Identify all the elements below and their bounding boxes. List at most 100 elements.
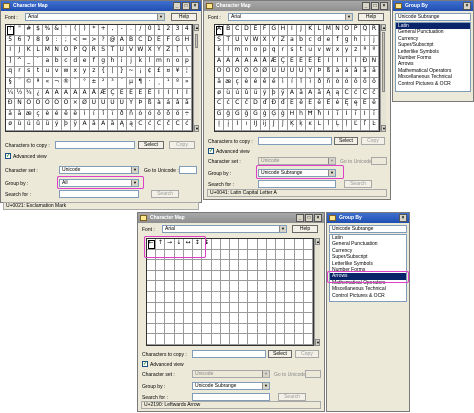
character-cell[interactable]: 4 — [182, 25, 192, 36]
character-cell[interactable]: Ú — [278, 67, 288, 78]
character-cell[interactable]: Î — [342, 56, 352, 68]
character-cell[interactable]: ã — [360, 67, 370, 78]
character-cell[interactable] — [239, 323, 249, 335]
character-cell[interactable] — [147, 249, 157, 261]
copy-button[interactable]: Copy — [295, 350, 319, 358]
character-cell[interactable]: Ą — [117, 120, 127, 131]
character-cell[interactable]: É — [126, 88, 137, 100]
character-cell[interactable] — [220, 292, 230, 303]
character-cell[interactable]: Ü — [117, 99, 127, 110]
character-cell[interactable] — [156, 292, 166, 303]
character-cell[interactable]: q — [6, 67, 16, 78]
scroll-down-arrow-icon[interactable]: ▼ — [381, 125, 386, 132]
character-cell[interactable] — [266, 302, 277, 314]
character-cell[interactable]: Â — [233, 56, 243, 68]
character-cell[interactable]: İ — [233, 120, 243, 131]
character-cell[interactable]: Æ — [269, 56, 279, 68]
character-cell[interactable]: Þ — [136, 99, 146, 110]
character-cell[interactable]: N — [52, 46, 62, 57]
title-bar[interactable]: Character Map _ □ × — [1, 1, 201, 11]
character-cell[interactable]: Ć — [342, 88, 352, 100]
search-input[interactable] — [59, 190, 139, 198]
character-cell[interactable] — [239, 292, 249, 303]
character-cell[interactable] — [303, 239, 313, 250]
character-cell[interactable]: + — [99, 25, 109, 36]
character-cell[interactable]: ú — [233, 88, 243, 100]
character-cell[interactable]: ē — [296, 99, 307, 110]
character-cell[interactable]: ^ — [15, 56, 25, 68]
character-cell[interactable]: / — [136, 25, 146, 36]
character-cell[interactable]: # — [24, 25, 34, 36]
character-cell[interactable]: ¨ — [15, 78, 25, 89]
chevron-down-icon[interactable]: ▼ — [328, 170, 335, 176]
character-cell[interactable] — [239, 334, 249, 345]
group-by-select[interactable]: Unicode Subrange ▼ — [258, 169, 336, 177]
character-cell[interactable]: j — [126, 56, 137, 68]
character-cell[interactable] — [147, 260, 157, 271]
character-cell[interactable]: Á — [52, 88, 62, 100]
character-cell[interactable] — [220, 249, 230, 261]
character-cell[interactable]: Ð — [360, 56, 370, 68]
font-select[interactable]: Arial ▼ — [25, 13, 165, 21]
character-cell[interactable] — [220, 239, 230, 250]
character-set-select[interactable]: Unicode ▼ — [258, 157, 336, 165]
character-cell[interactable]: E — [154, 35, 165, 47]
character-cell[interactable]: ô — [154, 109, 165, 121]
chevron-down-icon[interactable]: ▼ — [131, 167, 138, 173]
character-cell[interactable]: Ê — [136, 88, 146, 100]
character-cell[interactable]: ² — [99, 78, 109, 89]
character-cell[interactable] — [248, 313, 258, 324]
character-cell[interactable]: N — [333, 25, 343, 36]
character-cell[interactable]: & — [52, 25, 62, 36]
character-cell[interactable] — [239, 260, 249, 271]
character-cell[interactable]: F — [164, 35, 174, 47]
character-cell[interactable]: â — [173, 99, 183, 110]
character-cell[interactable]: < — [71, 35, 81, 47]
character-cell[interactable]: « — [43, 78, 53, 89]
chevron-down-icon[interactable]: ▼ — [328, 158, 335, 164]
character-cell[interactable]: č — [242, 99, 252, 110]
character-cell[interactable]: ? — [99, 35, 109, 47]
character-cell[interactable]: Z — [164, 46, 174, 57]
character-cell[interactable]: ¶ — [136, 78, 146, 89]
character-cell[interactable]: ; — [61, 35, 72, 47]
character-cell[interactable]: ķ — [296, 120, 307, 131]
character-cell[interactable]: Ê — [306, 56, 316, 68]
character-cell[interactable]: d — [315, 35, 325, 47]
character-cell[interactable] — [193, 334, 203, 345]
character-cell[interactable] — [202, 334, 212, 345]
character-cell[interactable]: õ — [164, 109, 174, 121]
character-cell[interactable]: , — [108, 25, 118, 36]
characters-to-copy-input[interactable] — [258, 137, 332, 145]
title-bar[interactable]: Character Map _ □ × — [138, 213, 324, 223]
character-cell[interactable]: 9 — [43, 35, 53, 47]
character-cell[interactable]: n — [242, 46, 252, 57]
character-cell[interactable] — [183, 249, 194, 261]
character-cell[interactable] — [294, 260, 304, 271]
group-by-select[interactable]: Unicode Subrange ▼ — [192, 382, 270, 390]
character-cell[interactable]: Ó — [33, 99, 44, 110]
character-cell[interactable] — [266, 260, 277, 271]
character-cell[interactable]: Ü — [296, 67, 307, 78]
character-cell[interactable] — [294, 292, 304, 303]
character-cell[interactable]: ľ — [360, 120, 370, 131]
character-cell[interactable]: ı — [242, 120, 252, 131]
character-cell[interactable]: ì — [278, 78, 288, 89]
character-cell[interactable] — [174, 302, 184, 314]
character-cell[interactable]: ~ — [126, 67, 137, 78]
character-cell[interactable] — [285, 281, 295, 292]
character-cell[interactable]: ċ — [182, 120, 192, 131]
list-item[interactable]: Control Pictures & OCR — [330, 293, 406, 299]
character-cell[interactable]: Ă — [306, 88, 316, 100]
character-cell[interactable]: Ę — [342, 99, 352, 110]
character-cell[interactable]: Ï — [182, 88, 192, 100]
character-cell[interactable]: u — [306, 46, 316, 57]
character-cell[interactable]: Û — [287, 67, 297, 78]
character-cell[interactable]: I — [287, 25, 297, 36]
character-cell[interactable]: ¡ — [136, 67, 146, 78]
character-cell[interactable]: Ī — [342, 109, 352, 121]
character-cell[interactable]: ý — [52, 120, 62, 131]
character-cell[interactable]: Ë — [315, 56, 325, 68]
character-cell[interactable] — [220, 313, 230, 324]
close-button[interactable]: × — [463, 2, 471, 10]
